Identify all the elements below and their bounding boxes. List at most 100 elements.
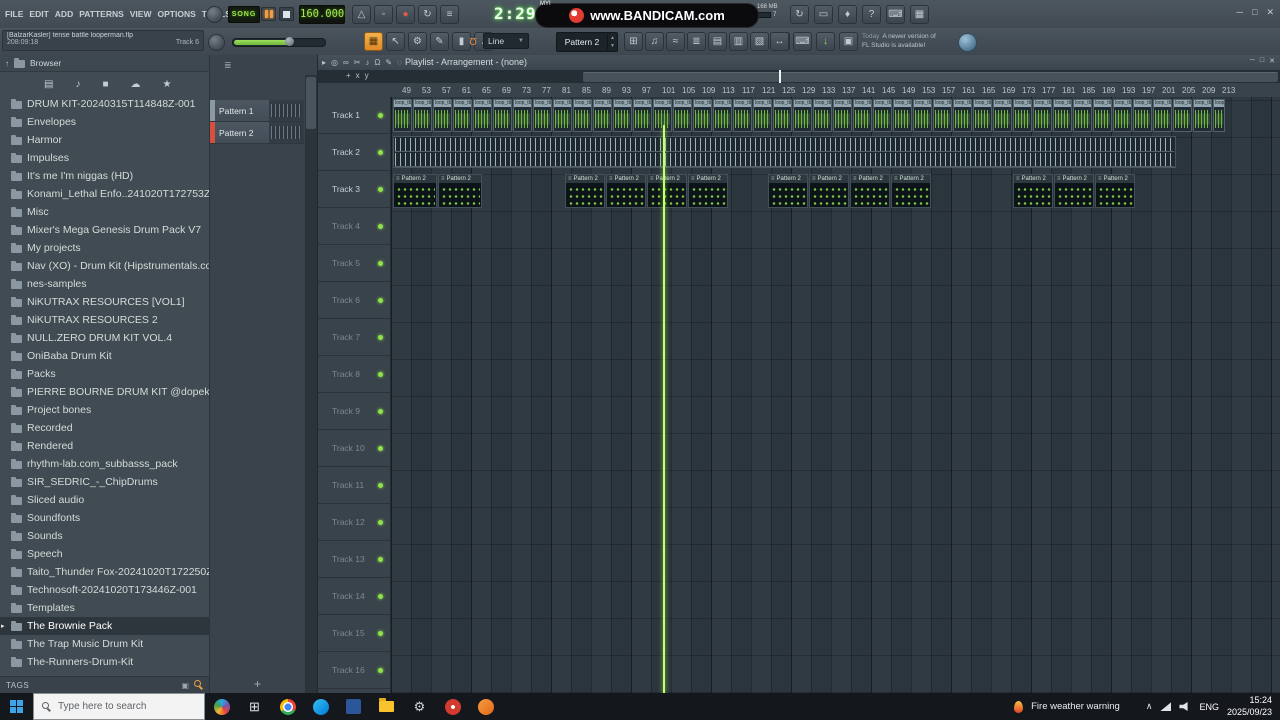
browser-item[interactable]: Taito_Thunder Fox-20241020T172250Z-001 [0,563,209,581]
audio-clip[interactable]: loop_ttle [1173,99,1192,132]
track-mute-led[interactable] [378,593,383,599]
browser-item[interactable]: SIR_SEDRIC_-_ChipDrums [0,473,209,491]
playhead[interactable] [663,125,665,720]
browser-item[interactable]: It's me I'm niggas (HD) [0,167,209,185]
track-mute-led[interactable] [378,408,383,414]
chevron-up-icon[interactable]: ∧ [1146,701,1153,712]
browser-item[interactable]: NULL.ZERO DRUM KIT VOL.4 [0,329,209,347]
track-mute-led[interactable] [378,260,383,266]
browser-item[interactable]: ▸ The Brownie Pack [0,617,209,635]
audio-clip[interactable]: loop_ttle [813,99,832,132]
playlist-tool-icon[interactable]: ▦ [364,32,383,51]
clip-menu-icon[interactable]: ≡ [691,175,695,183]
pattern-clip[interactable]: ≡ Pattern 2 [768,174,808,208]
track-mute-led[interactable] [378,630,383,636]
tempo-display[interactable]: 160.000 [299,5,345,24]
video-icon[interactable]: ▭ [814,5,833,24]
menu-edit[interactable]: EDIT [29,9,48,19]
audio-clip[interactable]: loop_ttle [753,99,772,132]
browser-item[interactable]: OniBaba Drum Kit [0,347,209,365]
magnet-icon[interactable]: Ω [466,32,480,49]
clip-menu-icon[interactable]: ≡ [1057,175,1061,183]
mute-icon[interactable]: ♪ [75,79,80,90]
weather-warning-text[interactable]: Fire weather warning [1031,701,1120,712]
audio-clip[interactable]: loop_ttle [433,99,452,132]
track-mute-led[interactable] [378,112,383,118]
maximize-icon[interactable]: □ [1260,57,1264,65]
track-mute-led[interactable] [378,297,383,303]
stop-button[interactable] [279,7,294,21]
tag-box-icon[interactable]: ▣ [181,681,189,690]
track-header[interactable]: Track 10 [318,430,390,467]
clip-menu-icon[interactable]: ≡ [1098,175,1102,183]
touch-icon[interactable]: ▦ [910,5,929,24]
browser-item[interactable]: Sliced audio [0,491,209,509]
edge-icon[interactable] [304,693,337,720]
pattern-clip[interactable]: ≡ Pattern 2 [809,174,849,208]
pattern-clip[interactable]: ≡ Pattern 2 [891,174,931,208]
add-pattern-button[interactable]: + [254,677,261,691]
audio-clip[interactable]: loop_ttle [973,99,992,132]
pattern-clip[interactable]: ≡ Pattern 2 [1095,174,1135,208]
pan-knob[interactable] [208,34,225,51]
track-header[interactable]: Track 9 [318,393,390,430]
track-mute-led[interactable] [378,223,383,229]
track-header[interactable]: Track 3 [318,171,390,208]
keyboard-icon[interactable]: ⌨ [886,5,905,24]
browser-item[interactable]: Templates [0,599,209,617]
audio-clip[interactable]: loop_ttle [1093,99,1112,132]
browser-item[interactable]: Technosoft-20241020T173446Z-001 [0,581,209,599]
clip-menu-icon[interactable]: ≡ [894,175,898,183]
audio-clip[interactable]: loop_ttle [1033,99,1052,132]
track-header[interactable]: Track 6 [318,282,390,319]
audio-clip[interactable]: loop_ttle [1113,99,1132,132]
menu-file[interactable]: FILE [5,9,23,19]
browser-item[interactable]: NiKUTRAX RESOURCES [VOL1] [0,293,209,311]
box-icon[interactable]: ■ [102,79,108,90]
browser-item[interactable]: rhythm-lab.com_subbasss_pack [0,455,209,473]
playlist-grid[interactable]: loop_ttleloop_ttleloop_ttleloop_ttleloop… [391,97,1280,693]
preview-icon[interactable]: ♪ [365,58,369,67]
song-mode-indicator[interactable]: SONG [228,6,260,23]
browser-item[interactable]: NiKUTRAX RESOURCES 2 [0,311,209,329]
save-icon[interactable]: ↓ [816,32,835,51]
track-header[interactable]: Track 4 [318,208,390,245]
graph-icon[interactable]: ≈ [666,32,685,51]
speaker-icon[interactable] [1179,702,1188,711]
audio-clip[interactable]: loop_ttle [1053,99,1072,132]
pattern-spinner[interactable]: ▲ ▼ [607,34,617,50]
browser-item[interactable]: Impulses [0,149,209,167]
audio-clip[interactable]: loop_ttle [473,99,492,132]
add-icon[interactable]: + [346,72,351,80]
wrench-icon[interactable]: ⚙ [408,32,427,51]
picker-grip[interactable]: ≣ [210,55,317,75]
chrome-icon[interactable] [271,693,304,720]
wait-icon[interactable]: ◦ [374,5,393,24]
audio-clip[interactable]: loop_ttle [953,99,972,132]
track-header[interactable]: Track 1 [318,97,390,134]
cart-icon[interactable]: ▣ [839,32,858,51]
track-mute-led[interactable] [378,482,383,488]
clip-menu-icon[interactable]: ≡ [609,175,613,183]
update-icon[interactable]: ↻ [790,5,809,24]
clip-menu-icon[interactable]: ≡ [771,175,775,183]
pause-button[interactable] [261,7,276,21]
clip-menu-icon[interactable]: ≡ [568,175,572,183]
browser-item[interactable]: DRUM KIT-20240315T114848Z-001 [0,95,209,113]
update-notification[interactable]: Today A newer version of FL Studio is ava… [862,32,936,50]
audio-clip[interactable]: loop_ttle [1133,99,1152,132]
browser-item[interactable]: Nav (XO) - Drum Kit (Hipstrumentals.com) [0,257,209,275]
audio-clip[interactable]: loop_ttle [393,99,412,132]
search-icon[interactable] [194,680,203,690]
start-button[interactable] [0,693,33,720]
slider-handle[interactable] [285,37,294,46]
metronome-icon[interactable]: △ [352,5,371,24]
star-icon[interactable]: ★ [163,79,172,90]
menu-add[interactable]: ADD [55,9,73,19]
audio-clip[interactable]: loop_ttle [833,99,852,132]
fire-warning-icon[interactable] [1014,700,1024,713]
track-header[interactable]: Track 7 [318,319,390,356]
clip-menu-icon[interactable]: ≡ [396,175,400,183]
audio-clip[interactable]: loop_ttle [1193,99,1212,132]
audio-clip[interactable]: loop_ttle [913,99,932,132]
